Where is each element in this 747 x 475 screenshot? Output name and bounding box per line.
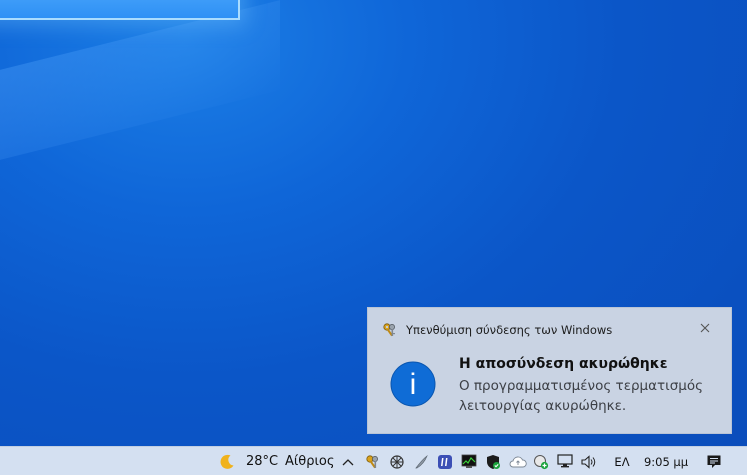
info-icon: i xyxy=(390,361,436,407)
network-icon xyxy=(557,454,573,468)
tray-network-grid[interactable] xyxy=(387,447,407,475)
tray-cloud[interactable] xyxy=(507,447,529,475)
keys-icon xyxy=(382,322,398,338)
wallpaper-windows-logo-pane xyxy=(0,0,240,20)
tray-sync[interactable] xyxy=(531,447,551,475)
keys-icon xyxy=(366,454,378,468)
monitor-chart-icon xyxy=(461,454,477,468)
volume-icon xyxy=(581,454,596,469)
close-icon xyxy=(700,323,710,333)
weather-temperature[interactable]: 28°C xyxy=(246,447,278,475)
moon-icon xyxy=(220,454,234,469)
toast-app-name: Υπενθύμιση σύνδεσης των Windows xyxy=(406,323,613,337)
action-center-button[interactable] xyxy=(702,447,726,475)
weather-moon-icon[interactable] xyxy=(216,447,238,475)
cloud-upload-icon xyxy=(509,456,527,467)
toast-close-button[interactable] xyxy=(697,320,713,336)
quote-app-icon xyxy=(438,454,452,469)
show-hidden-icons-button[interactable] xyxy=(339,447,357,475)
tray-resource-monitor[interactable] xyxy=(459,447,479,475)
wallpaper-light-beam xyxy=(0,0,280,170)
toast-body: Ο προγραμματισμένος τερματισμός λειτουργ… xyxy=(459,378,704,414)
toast-title: Η αποσύνδεση ακυρώθηκε xyxy=(459,356,668,372)
toast-notification[interactable]: Υπενθύμιση σύνδεσης των Windows i Η αποσ… xyxy=(367,307,732,434)
notification-icon xyxy=(707,455,721,468)
tray-keys[interactable] xyxy=(363,447,383,475)
info-glyph: i xyxy=(410,368,417,401)
tray-feather[interactable] xyxy=(411,447,431,475)
sync-badge-icon xyxy=(534,454,549,469)
taskbar[interactable]: 28°C Αίθριος ΕΛ 9:05 μμ xyxy=(0,446,747,475)
toast-header: Υπενθύμιση σύνδεσης των Windows xyxy=(382,321,612,339)
chevron-up-icon xyxy=(342,458,354,465)
tray-volume[interactable] xyxy=(579,447,599,475)
tray-quote-app[interactable] xyxy=(435,447,455,475)
shield-check-icon xyxy=(487,454,500,469)
weather-condition[interactable]: Αίθριος xyxy=(285,447,334,475)
language-indicator[interactable]: ΕΛ xyxy=(612,447,632,475)
network-grid-icon xyxy=(390,454,404,469)
tray-security[interactable] xyxy=(483,447,503,475)
system-clock[interactable]: 9:05 μμ xyxy=(644,447,688,475)
tray-network[interactable] xyxy=(555,447,575,475)
feather-icon xyxy=(415,454,428,468)
